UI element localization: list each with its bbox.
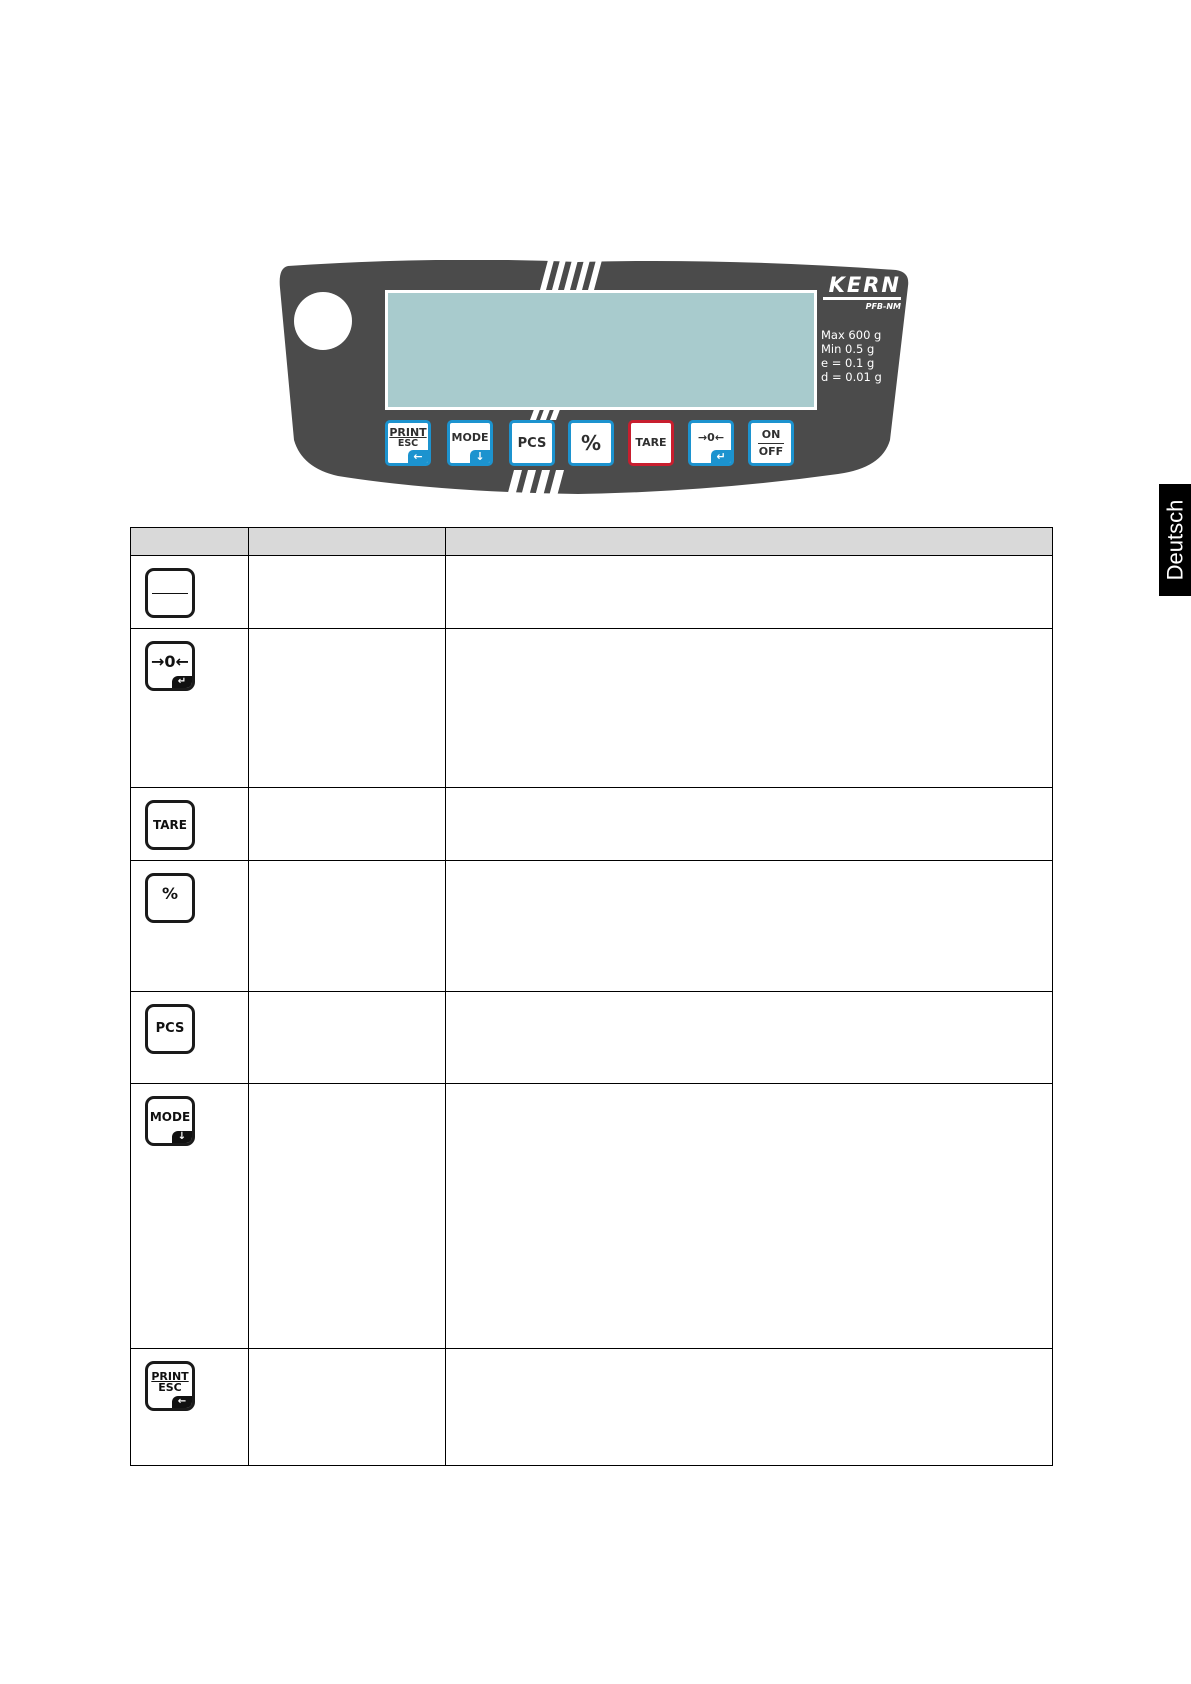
key-name-cell — [248, 1348, 446, 1466]
spec-max: Max 600 g — [821, 328, 882, 342]
table-row: PCS — [130, 991, 1053, 1084]
key-function-cell — [445, 555, 1053, 629]
language-tab-label: Deutsch — [1162, 499, 1187, 581]
zero-button[interactable]: →0← ↵ — [688, 420, 734, 466]
panel-keys: PRINT ESC ← MODE ↓ PCS % TARE →0← ↵ ON O… — [385, 420, 815, 470]
enter-icon: ↵ — [172, 676, 192, 688]
print-esc-key-icon: PRINT ESC ← — [145, 1361, 195, 1411]
table-row: TARE — [130, 787, 1053, 861]
kern-logo: KERN PFB-NM — [823, 274, 901, 312]
header-cell — [130, 527, 249, 556]
arrow-down-icon: ↓ — [172, 1131, 192, 1143]
mode-button[interactable]: MODE ↓ — [447, 420, 493, 466]
key-function-cell — [445, 1083, 1053, 1349]
language-tab[interactable]: Deutsch — [1159, 484, 1191, 596]
pcs-button[interactable]: PCS — [509, 420, 555, 466]
zero-key-icon: →0← ↵ — [145, 641, 195, 691]
key-description-table: →0← ↵ TARE % PCS MODE ↓ PRINT ESC ← — [130, 527, 1053, 1466]
spec-e: e = 0.1 g — [821, 356, 875, 370]
print-esc-button[interactable]: PRINT ESC ← — [385, 420, 431, 466]
key-name-cell — [248, 628, 446, 788]
key-function-cell — [445, 860, 1053, 992]
table-row: PRINT ESC ← — [130, 1348, 1053, 1466]
key-function-cell — [445, 1348, 1053, 1466]
table-header-row — [130, 527, 1053, 556]
table-row: % — [130, 860, 1053, 992]
key-name-cell — [248, 1083, 446, 1349]
mounting-hole — [294, 292, 352, 350]
key-function-cell — [445, 628, 1053, 788]
key-name-cell — [248, 991, 446, 1084]
table-row: →0← ↵ — [130, 628, 1053, 788]
key-name-cell — [248, 860, 446, 992]
key-name-cell — [248, 555, 446, 629]
scale-operating-panel: KERN PFB-NM Max 600 g Min 0.5 g e = 0.1 … — [278, 260, 910, 500]
table-row: MODE ↓ — [130, 1083, 1053, 1349]
header-cell — [248, 527, 446, 556]
tare-key-icon: TARE — [145, 800, 195, 850]
percent-button[interactable]: % — [568, 420, 614, 466]
percent-key-icon: % — [145, 873, 195, 923]
arrow-left-icon: ← — [172, 1396, 192, 1408]
enter-icon: ↵ — [711, 450, 731, 463]
pcs-key-icon: PCS — [145, 1004, 195, 1054]
spec-d: d = 0.01 g — [821, 370, 882, 384]
header-cell — [445, 527, 1053, 556]
key-function-cell — [445, 991, 1053, 1084]
arrow-left-icon: ← — [408, 450, 428, 463]
mode-key-icon: MODE ↓ — [145, 1096, 195, 1146]
spec-min: Min 0.5 g — [821, 342, 875, 356]
on-off-button[interactable]: ON OFF — [748, 420, 794, 466]
key-name-cell — [248, 787, 446, 861]
arrow-down-icon: ↓ — [470, 450, 490, 463]
table-row — [130, 555, 1053, 629]
tare-button[interactable]: TARE — [628, 420, 674, 466]
key-function-cell — [445, 787, 1053, 861]
capacity-specs: Max 600 g Min 0.5 g e = 0.1 g d = 0.01 g — [821, 328, 882, 384]
lcd-display — [385, 290, 817, 410]
onoff-key-icon — [145, 568, 195, 618]
